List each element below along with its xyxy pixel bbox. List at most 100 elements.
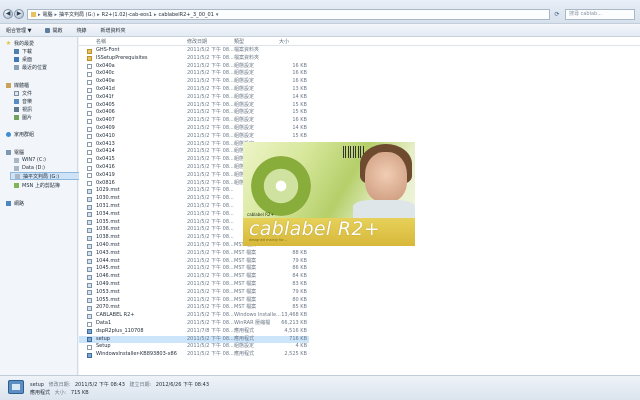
file-size: 716 KB	[289, 335, 307, 342]
file-date: 2011/5/2 下午 08...	[187, 117, 234, 124]
file-row[interactable]: 0x041f 2011/5/2 下午 08... 組態設定 14 KB	[79, 94, 309, 102]
file-row[interactable]: Data1 2011/5/2 下午 08... WinRAR 壓縮檔 66,213 K…	[79, 320, 309, 328]
nav-label: 下載	[22, 48, 33, 55]
refresh-icon[interactable]: ⟳	[552, 9, 562, 20]
file-size: 86 KB	[292, 265, 307, 272]
file-name: 1044.mst	[96, 257, 120, 264]
nav-favorites[interactable]: 我的最愛	[6, 39, 34, 47]
address-bar[interactable]: ▸ 電腦 ▸ 抽平文判局 (G:) ▸ R2+(1.02)-cab-eos1 ▸…	[27, 9, 550, 20]
nav-label: Data (D:)	[22, 165, 45, 171]
file-row[interactable]: 0x040e 2011/5/2 下午 08... 組態設定 16 KB	[79, 78, 309, 86]
file-date: 2011/5/2 下午 08...	[187, 203, 234, 209]
new-folder-button[interactable]: 新增資料夾	[100, 27, 125, 34]
file-row[interactable]: 0x0410 2011/5/2 下午 08... 組態設定 15 KB	[79, 133, 309, 141]
chevron-down-icon[interactable]: ▾	[216, 12, 219, 18]
file-date: 2011/5/2 下午 08...	[187, 242, 234, 248]
file-row[interactable]: GHS-Font 2011/5/2 下午 08... 檔案資料夾	[79, 47, 309, 55]
cablabel-splash-screen: cablabel R2+ cablabel R2+ designed mainl…	[243, 142, 415, 246]
file-date: 2011/5/2 下午 08...	[187, 234, 234, 241]
back-button[interactable]: ◀	[3, 9, 13, 19]
organize-button[interactable]: 組合管理 ▼	[6, 27, 31, 34]
file-name: setup	[96, 335, 110, 342]
nav-msn[interactable]: MSN 上的剪貼簿	[14, 181, 60, 189]
nav-recent[interactable]: 最近的位置	[14, 63, 47, 71]
nav-pictures[interactable]: 圖片	[14, 113, 32, 121]
nav-documents[interactable]: 文件	[14, 89, 32, 97]
breadcrumb-drive[interactable]: 抽平文判局 (G:)	[59, 11, 95, 18]
nav-network[interactable]: 網路	[6, 199, 24, 207]
file-icon	[87, 220, 92, 226]
nav-downloads[interactable]: 下載	[14, 47, 32, 55]
file-name: 0x0406	[96, 109, 115, 116]
file-row[interactable]: 0x0407 2011/5/2 下午 08... 組態設定 16 KB	[79, 117, 309, 125]
file-name: 0x041d	[96, 86, 115, 92]
nav-drive-g[interactable]: 抽平文判局 (G:)	[10, 172, 80, 180]
column-header-size[interactable]: 大小	[279, 38, 289, 45]
file-size: 14 KB	[292, 125, 307, 131]
file-date: 2011/5/2 下午 08...	[187, 210, 234, 217]
file-name: 0x0405	[96, 101, 115, 108]
file-icon	[87, 212, 92, 218]
nav-label: 網路	[14, 200, 25, 207]
breadcrumb-folder[interactable]: R2+(1.02)-cab-eos1	[102, 12, 152, 18]
file-row[interactable]: 1053.mst 2011/5/2 下午 08... MST 檔案 79 KB	[79, 289, 309, 297]
breadcrumb-separator: ▸	[38, 11, 41, 18]
file-name: GHS-Font	[96, 47, 120, 53]
file-date: 2011/5/2 下午 08...	[187, 86, 234, 92]
file-icon	[87, 181, 92, 187]
nav-videos[interactable]: 視訊	[14, 105, 32, 113]
file-size: 13,468 KB	[281, 312, 307, 319]
file-size: 4,516 KB	[284, 327, 307, 334]
file-size: 88 KB	[292, 249, 307, 256]
forward-button[interactable]: ▶	[14, 9, 24, 19]
file-date: 2011/5/2 下午 08...	[187, 47, 234, 53]
breadcrumb-computer[interactable]: 電腦	[43, 11, 53, 18]
file-row[interactable]: 1043.mst 2011/5/2 下午 08... MST 檔案 88 KB	[79, 250, 309, 258]
details-line-1: setup 修改日期: 2011/5/2 下午 08:43 建立日期: 2012…	[30, 381, 212, 388]
nav-computer[interactable]: 電腦	[6, 148, 24, 156]
file-row[interactable]: 0x0409 2011/5/2 下午 08... 組態設定 14 KB	[79, 125, 309, 133]
folder-icon	[87, 56, 92, 62]
nav-drive-c[interactable]: WIN7 (C:)	[14, 156, 46, 164]
nav-desktop[interactable]: 桌面	[14, 55, 32, 63]
details-line-2: 應用程式 大小: 715 KB	[30, 389, 92, 396]
file-size: 84 KB	[292, 273, 307, 280]
drive-icon	[15, 173, 20, 179]
file-name: 1036.mst	[96, 226, 120, 233]
file-row[interactable]: WindowsInstaller-KB893803-x86 2011/5/2 下午…	[79, 351, 309, 359]
nav-label: 文件	[22, 90, 33, 97]
file-row[interactable]: dspR2plus_110708 2011/7/8 下午 08... 應用程式 4,5…	[79, 328, 309, 336]
file-row[interactable]: ISSetupPrerequisites 2011/5/2 下午 08... 檔案資…	[79, 55, 309, 63]
column-header-date[interactable]: 修改日期	[187, 38, 207, 45]
file-size: 2,525 KB	[284, 351, 307, 358]
documents-icon	[14, 90, 19, 96]
nav-homegroup[interactable]: 家用群組	[6, 130, 34, 138]
file-name: Setup	[96, 343, 111, 350]
file-icon	[87, 126, 92, 132]
nav-label: MSN 上的剪貼簿	[22, 182, 60, 189]
file-type: WinRAR 壓縮檔	[234, 320, 271, 326]
file-date: 2011/5/2 下午 08...	[187, 125, 234, 131]
nav-label: 圖片	[22, 114, 33, 121]
file-icon	[87, 165, 92, 171]
file-icon	[87, 235, 92, 241]
column-header-name[interactable]: 名稱	[96, 38, 106, 45]
file-type: MST 檔案	[234, 249, 257, 256]
breadcrumb-current[interactable]: cablabelR2+_3_00_01	[159, 12, 214, 18]
file-name: WindowsInstaller-KB893803-x86	[96, 351, 177, 358]
burn-button[interactable]: 燒錄	[76, 27, 86, 34]
nav-label: 我的最愛	[14, 40, 35, 47]
open-button[interactable]: 開啟	[45, 27, 62, 34]
file-row[interactable]: CABLABEL R2+ 2011/5/2 下午 08... Windows Ins…	[79, 312, 309, 320]
nav-drive-d[interactable]: Data (D:)	[14, 164, 45, 172]
file-date: 2011/5/2 下午 08...	[187, 273, 234, 280]
file-row[interactable]: 1046.mst 2011/5/2 下午 08... MST 檔案 84 KB	[79, 273, 309, 281]
file-row[interactable]: 0x041d 2011/5/2 下午 08... 組態設定 13 KB	[79, 86, 309, 94]
breadcrumb-separator: ▸	[97, 11, 100, 18]
column-header-type[interactable]: 類型	[234, 38, 244, 45]
nav-music[interactable]: 音樂	[14, 97, 32, 105]
nav-libraries[interactable]: 媒體櫃	[6, 81, 29, 89]
file-row[interactable]: 1049.mst 2011/5/2 下午 08... MST 檔案 83 KB	[79, 281, 309, 289]
search-input[interactable]: 搜尋 cablab...	[565, 9, 635, 20]
file-size: 16 KB	[292, 117, 307, 124]
